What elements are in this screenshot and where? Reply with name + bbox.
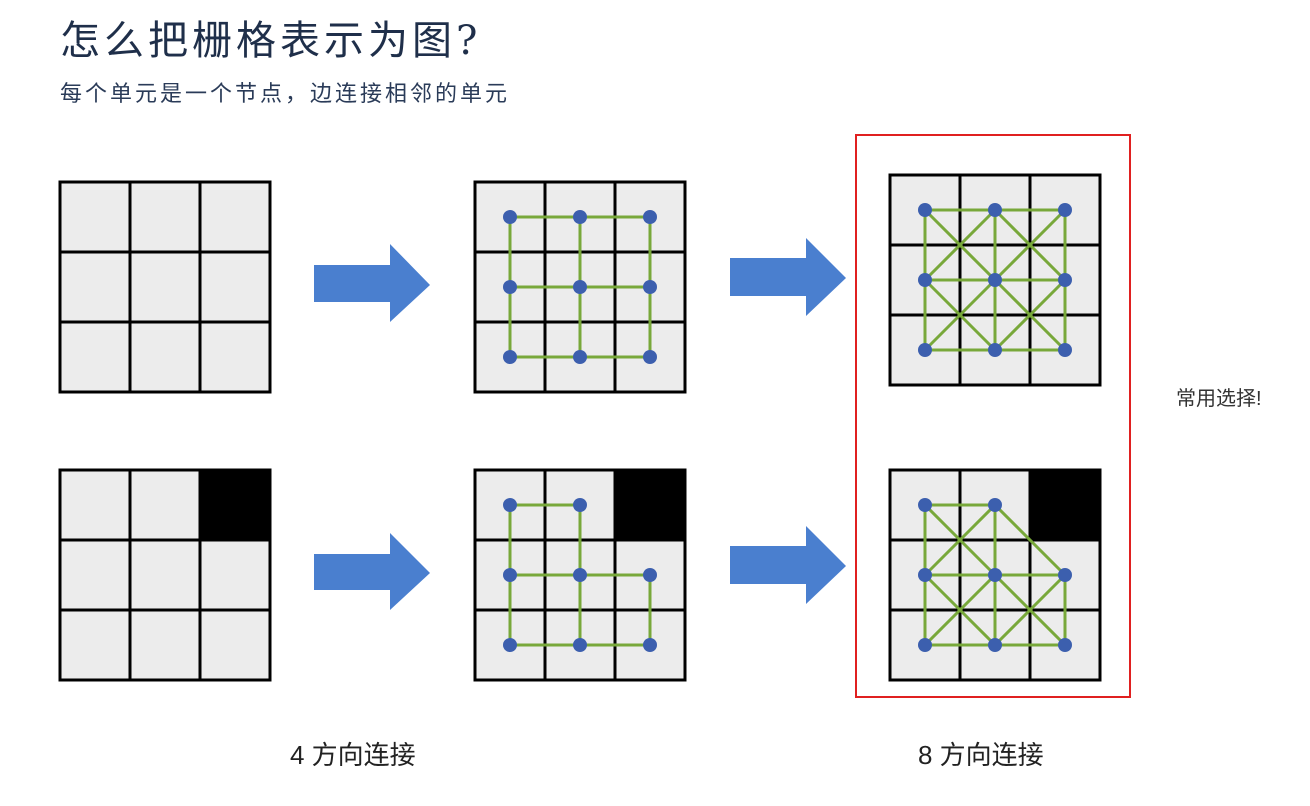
grid-cell [128, 180, 202, 254]
grid-cell [128, 468, 202, 542]
arrow-bottom-2 [730, 526, 846, 604]
graph-node [918, 498, 932, 512]
blocked-cell [613, 468, 687, 542]
grid-cell [58, 180, 132, 254]
grid-cell [58, 608, 132, 682]
caption-eight-connected: 8 方向连接 [918, 740, 1044, 770]
graph-node [918, 203, 932, 217]
graph-node [1058, 203, 1072, 217]
graph-node [503, 350, 517, 364]
graph-node [573, 350, 587, 364]
grid-cell [128, 608, 202, 682]
grid-cell [128, 250, 202, 324]
graph-node [573, 568, 587, 582]
graph-node [643, 638, 657, 652]
grid-cell [58, 320, 132, 394]
graph-node [988, 343, 1002, 357]
graph-node [988, 568, 1002, 582]
grid-plain-bottom [58, 468, 272, 682]
arrow-bottom-1 [314, 533, 430, 610]
blocked-cell [198, 468, 272, 542]
graph-node [643, 280, 657, 294]
grid-cell [198, 608, 272, 682]
blocked-cell [1028, 468, 1102, 542]
caption-four-connected: 4 方向连接 [290, 740, 416, 770]
graph-node [573, 280, 587, 294]
graph-node [1058, 568, 1072, 582]
graph-node [643, 350, 657, 364]
grid-cell [198, 538, 272, 612]
grid-cell [128, 320, 202, 394]
grid-plain-top [58, 180, 272, 394]
graph-node [573, 498, 587, 512]
graph-node [503, 280, 517, 294]
grid-cell [198, 250, 272, 324]
graph-node [1058, 343, 1072, 357]
graph-node [503, 568, 517, 582]
grid-four-connected-bottom [473, 468, 687, 682]
common-choice-note: 常用选择! [1176, 388, 1262, 410]
graph-node [918, 638, 932, 652]
graph-node [988, 203, 1002, 217]
graph-node [643, 210, 657, 224]
graph-node [988, 498, 1002, 512]
graph-node [503, 638, 517, 652]
graph-node [988, 638, 1002, 652]
graph-node [918, 343, 932, 357]
graph-node [918, 568, 932, 582]
grid-eight-connected-top [888, 173, 1102, 387]
graph-node [1058, 638, 1072, 652]
graph-node [573, 638, 587, 652]
grid-cell [58, 250, 132, 324]
grid-cell [58, 538, 132, 612]
graph-node [503, 498, 517, 512]
grid-cell [58, 468, 132, 542]
arrow-top-1 [314, 244, 430, 322]
graph-node [503, 210, 517, 224]
grid-cell [128, 538, 202, 612]
graph-node [573, 210, 587, 224]
graph-node [988, 273, 1002, 287]
graph-node [1058, 273, 1072, 287]
grid-cell [198, 320, 272, 394]
diagram-canvas [58, 173, 1102, 682]
grid-eight-connected-bottom [888, 468, 1102, 682]
grid-four-connected-top [473, 180, 687, 394]
grid-cell [198, 180, 272, 254]
graph-node [918, 273, 932, 287]
graph-node [643, 568, 657, 582]
arrow-top-2 [730, 238, 846, 316]
